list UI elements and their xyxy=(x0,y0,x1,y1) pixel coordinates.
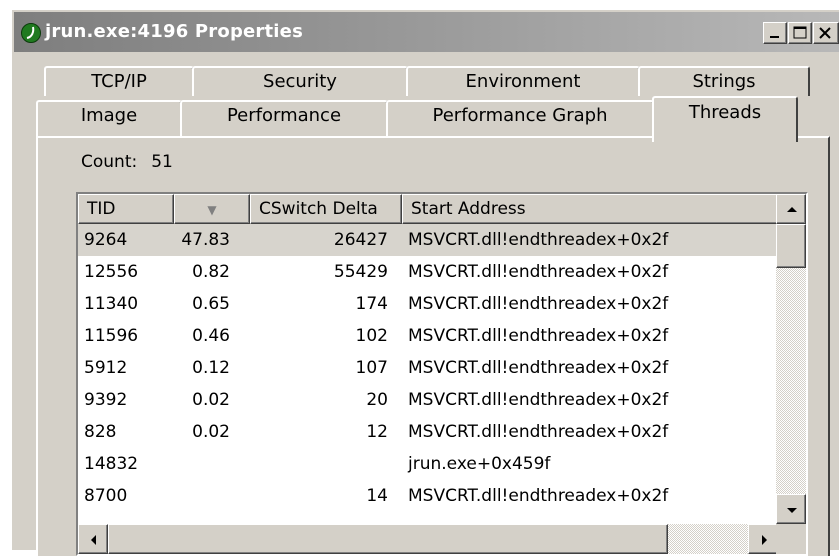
column-header-cpu[interactable]: ▼ xyxy=(174,194,250,224)
threads-panel: Count: 51 TID ▼ CSwitch Delta Start Addre… xyxy=(36,136,830,556)
table-row[interactable]: 9264 47.83 26427 MSVCRT.dll!endthreadex+… xyxy=(78,224,778,256)
count-label: Count: xyxy=(81,152,138,172)
column-header-cswitch-delta[interactable]: CSwitch Delta xyxy=(250,194,402,224)
tab-strings[interactable]: Strings xyxy=(638,66,810,96)
cell-cswitch-delta: 26427 xyxy=(333,230,388,250)
cell-cswitch-delta: 12 xyxy=(366,422,388,442)
cell-tid: 9392 xyxy=(84,390,128,410)
cell-cpu: 47.83 xyxy=(181,230,230,250)
table-row[interactable]: 9392 0.02 20 MSVCRT.dll!endthreadex+0x2f xyxy=(78,384,778,416)
tab-strip: TCP/IP Security Environment Strings Imag… xyxy=(12,10,839,150)
cell-cswitch-delta: 107 xyxy=(355,358,388,378)
table-row[interactable]: 11340 0.65 174 MSVCRT.dll!endthreadex+0x… xyxy=(78,288,778,320)
table-row[interactable]: 828 0.02 12 MSVCRT.dll!endthreadex+0x2f xyxy=(78,416,778,448)
cell-start-address: MSVCRT.dll!endthreadex+0x2f xyxy=(408,358,669,378)
cell-start-address: jrun.exe+0x459f xyxy=(408,454,551,474)
cell-cpu: 0.12 xyxy=(192,358,230,378)
cell-start-address: MSVCRT.dll!endthreadex+0x2f xyxy=(408,486,669,506)
tab-tcpip[interactable]: TCP/IP xyxy=(44,66,194,96)
cell-cpu: 0.46 xyxy=(192,326,230,346)
cell-cpu: 0.02 xyxy=(192,422,230,442)
scroll-up-button[interactable] xyxy=(776,194,806,224)
count-value: 51 xyxy=(151,152,173,172)
cell-tid: 5912 xyxy=(84,358,128,378)
threads-list[interactable]: TID ▼ CSwitch Delta Start Address 9264 4… xyxy=(76,192,808,556)
tab-environment[interactable]: Environment xyxy=(406,66,640,96)
column-header-tid[interactable]: TID xyxy=(78,194,174,224)
column-headers: TID ▼ CSwitch Delta Start Address xyxy=(78,194,778,224)
cell-tid: 828 xyxy=(84,422,117,442)
table-row[interactable]: 14832 jrun.exe+0x459f xyxy=(78,448,778,480)
tab-performance-graph[interactable]: Performance Graph xyxy=(386,100,654,136)
cell-start-address: MSVCRT.dll!endthreadex+0x2f xyxy=(408,326,669,346)
properties-window: jrun.exe:4196 Properties TCP/IP Security… xyxy=(11,9,839,556)
cell-start-address: MSVCRT.dll!endthreadex+0x2f xyxy=(408,262,669,282)
vertical-scroll-thumb[interactable] xyxy=(776,224,806,268)
table-row[interactable]: 12556 0.82 55429 MSVCRT.dll!endthreadex+… xyxy=(78,256,778,288)
cell-cpu: 0.65 xyxy=(192,294,230,314)
column-header-start-address[interactable]: Start Address xyxy=(402,194,778,224)
cell-cswitch-delta: 20 xyxy=(366,390,388,410)
cell-start-address: MSVCRT.dll!endthreadex+0x2f xyxy=(408,390,669,410)
tab-image[interactable]: Image xyxy=(36,100,182,136)
cell-tid: 9264 xyxy=(84,230,128,250)
cell-cswitch-delta: 14 xyxy=(366,486,388,506)
tab-security[interactable]: Security xyxy=(192,66,408,96)
cell-cswitch-delta: 174 xyxy=(355,294,388,314)
cell-start-address: MSVCRT.dll!endthreadex+0x2f xyxy=(408,422,669,442)
cell-cpu: 0.82 xyxy=(192,262,230,282)
table-row[interactable]: 11596 0.46 102 MSVCRT.dll!endthreadex+0x… xyxy=(78,320,778,352)
thread-count: Count: 51 xyxy=(81,152,187,172)
cell-cpu: 0.02 xyxy=(192,390,230,410)
scroll-down-button[interactable] xyxy=(776,494,806,524)
cell-tid: 8700 xyxy=(84,486,128,506)
cell-cswitch-delta: 55429 xyxy=(333,262,388,282)
cell-tid: 14832 xyxy=(84,454,139,474)
cell-tid: 12556 xyxy=(84,262,139,282)
cell-start-address: MSVCRT.dll!endthreadex+0x2f xyxy=(408,294,669,314)
tab-threads[interactable]: Threads xyxy=(652,96,798,142)
cell-cswitch-delta: 102 xyxy=(355,326,388,346)
tab-performance[interactable]: Performance xyxy=(180,100,388,136)
table-row[interactable]: 5912 0.12 107 MSVCRT.dll!endthreadex+0x2… xyxy=(78,352,778,384)
cell-tid: 11596 xyxy=(84,326,139,346)
cell-start-address: MSVCRT.dll!endthreadex+0x2f xyxy=(408,230,669,250)
table-row[interactable]: 8700 14 MSVCRT.dll!endthreadex+0x2f xyxy=(78,480,778,512)
sort-descending-icon: ▼ xyxy=(207,203,217,217)
vertical-scrollbar[interactable] xyxy=(776,194,806,524)
threads-list-content: TID ▼ CSwitch Delta Start Address 9264 4… xyxy=(78,194,778,524)
cell-tid: 11340 xyxy=(84,294,139,314)
